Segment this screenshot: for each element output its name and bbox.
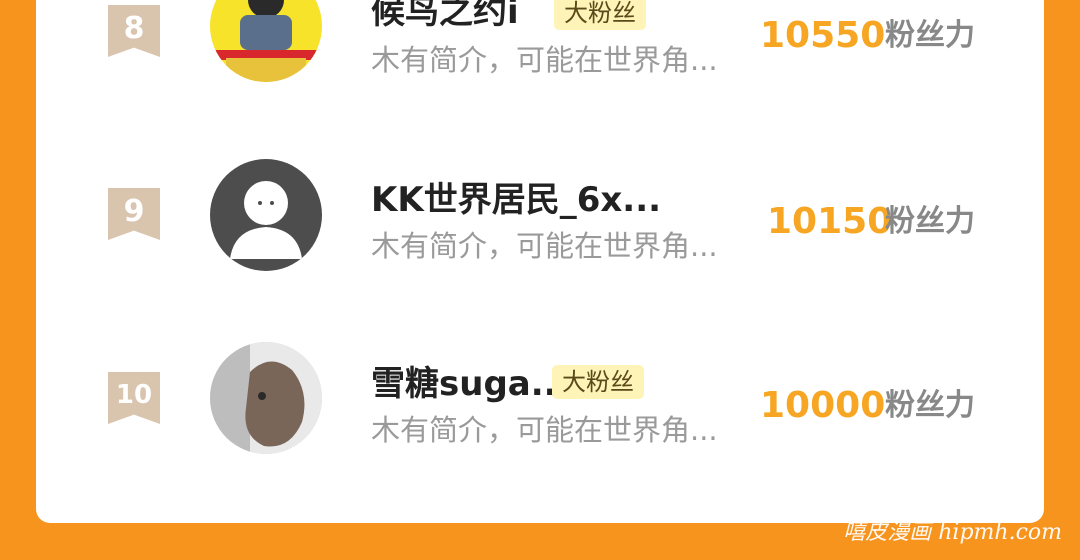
- user-bio: 木有简介，可能在世界角...: [371, 413, 718, 447]
- user-photo-icon: [210, 0, 322, 82]
- fan-level-badge: 大粉丝: [554, 0, 646, 30]
- fan-power-unit: 粉丝力: [885, 18, 975, 53]
- ranking-row[interactable]: 10 雪糖suga... 大粉丝 木有简介，可能在世界角... 10000 粉丝…: [36, 340, 1044, 480]
- fan-ranking-card: 8 候鸟之约i 大粉丝 木有简介，可能在世界角... 10550 粉丝力 9 K…: [36, 0, 1044, 523]
- user-bio: 木有简介，可能在世界角...: [371, 229, 718, 263]
- rank-badge: 9: [108, 188, 160, 240]
- fan-power-unit: 粉丝力: [885, 388, 975, 423]
- avatar[interactable]: [210, 159, 322, 271]
- rank-badge: 8: [108, 5, 160, 57]
- user-name[interactable]: 雪糖suga...: [371, 364, 569, 404]
- fan-level-badge: 大粉丝: [552, 365, 644, 399]
- user-bio: 木有简介，可能在世界角...: [371, 43, 718, 77]
- rank-badge: 10: [108, 372, 160, 424]
- cat-photo-icon: [210, 342, 322, 454]
- site-watermark: 嘻皮漫画 hipmh.com: [843, 520, 1062, 545]
- fan-power-score: 10000: [760, 385, 886, 426]
- default-avatar-icon: [230, 181, 302, 259]
- fan-power-score: 10150: [767, 201, 893, 242]
- user-name[interactable]: KK世界居民_6x...: [371, 180, 661, 220]
- user-name[interactable]: 候鸟之约i: [371, 0, 519, 32]
- ranking-row[interactable]: 8 候鸟之约i 大粉丝 木有简介，可能在世界角... 10550 粉丝力: [36, 0, 1044, 110]
- fan-power-unit: 粉丝力: [885, 204, 975, 239]
- ranking-row[interactable]: 9 KK世界居民_6x... 木有简介，可能在世界角... 10150 粉丝力: [36, 150, 1044, 290]
- avatar[interactable]: [210, 342, 322, 454]
- fan-power-score: 10550: [760, 15, 886, 56]
- avatar[interactable]: [210, 0, 322, 82]
